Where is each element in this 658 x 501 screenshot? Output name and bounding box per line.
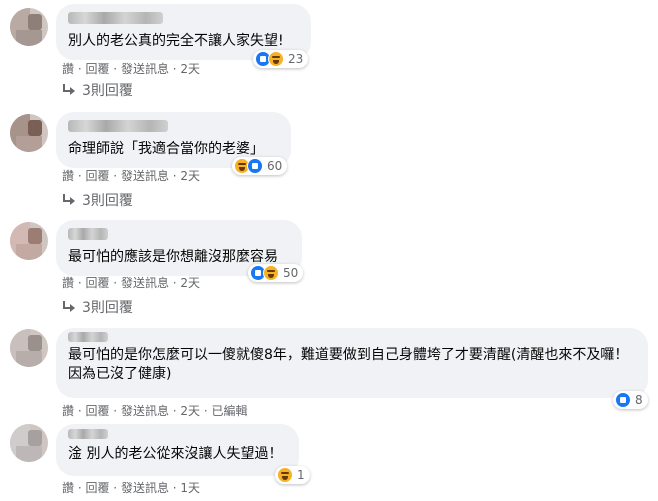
reaction-count: 23 — [288, 52, 304, 66]
send-message-link[interactable]: 發送訊息 — [121, 169, 169, 183]
send-message-link[interactable]: 發送訊息 — [121, 276, 169, 290]
timestamp[interactable]: 2天 — [180, 62, 200, 76]
timestamp[interactable]: 2天 — [180, 404, 200, 418]
reply-arrow-icon — [62, 301, 76, 313]
author-name-blurred[interactable] — [68, 429, 108, 439]
replies-count[interactable]: 3則回覆 — [82, 190, 133, 210]
comment-bubble: 最可怕的是你怎麼可以一傻就傻8年，難道要做到自己身體垮了才要清醒(清醒也來不及囉… — [56, 328, 648, 398]
reaction-count: 60 — [267, 159, 283, 173]
like-link[interactable]: 讚 — [62, 62, 74, 76]
reaction-summary[interactable]: 1 — [275, 466, 310, 484]
author-name-blurred[interactable] — [68, 120, 168, 132]
avatar[interactable] — [10, 114, 48, 152]
edited-label: 已編輯 — [211, 404, 248, 418]
like-link[interactable]: 讚 — [62, 404, 74, 418]
like-icon — [615, 392, 631, 408]
avatar[interactable] — [10, 424, 48, 462]
author-name-blurred[interactable] — [68, 12, 163, 24]
comment-actions: 讚 · 回覆 · 發送訊息 · 2天 — [62, 62, 201, 76]
author-name-blurred[interactable] — [68, 228, 108, 240]
send-message-link[interactable]: 發送訊息 — [121, 404, 169, 418]
comment-text: 最可怕的是你怎麼可以一傻就傻8年，難道要做到自己身體垮了才要清醒(清醒也來不及囉… — [68, 347, 629, 382]
reply-link[interactable]: 回覆 — [85, 404, 109, 418]
reaction-count: 1 — [297, 468, 305, 482]
like-link[interactable]: 讚 — [62, 276, 74, 290]
reply-link[interactable]: 回覆 — [85, 481, 109, 495]
avatar[interactable] — [10, 8, 48, 46]
haha-icon — [263, 265, 279, 281]
timestamp[interactable]: 2天 — [180, 169, 200, 183]
comment-text: 命理師說「我適合當你的老婆」 — [68, 141, 264, 157]
comment-text: 別人的老公真的完全不讓人家失望! — [68, 33, 284, 49]
haha-icon — [268, 51, 284, 67]
view-replies-link[interactable]: 3則回覆 — [62, 80, 133, 100]
reaction-count: 50 — [283, 266, 299, 280]
reaction-summary[interactable]: 8 — [613, 391, 648, 409]
haha-icon — [277, 467, 293, 483]
avatar[interactable] — [10, 222, 48, 260]
reaction-summary[interactable]: 23 — [253, 50, 309, 68]
view-replies-link[interactable]: 3則回覆 — [62, 190, 133, 210]
comment-actions: 讚 · 回覆 · 發送訊息 · 2天 — [62, 169, 201, 183]
reply-link[interactable]: 回覆 — [85, 276, 109, 290]
comment-bubble: 淦 別人的老公從來沒讓人失望過！ — [56, 424, 299, 476]
author-name-blurred[interactable] — [68, 332, 108, 342]
replies-count[interactable]: 3則回覆 — [82, 297, 133, 317]
comment-actions: 讚 · 回覆 · 發送訊息 · 1天 — [62, 481, 201, 495]
send-message-link[interactable]: 發送訊息 — [121, 62, 169, 76]
send-message-link[interactable]: 發送訊息 — [121, 481, 169, 495]
reply-link[interactable]: 回覆 — [85, 62, 109, 76]
timestamp[interactable]: 1天 — [180, 481, 200, 495]
replies-count[interactable]: 3則回覆 — [82, 80, 133, 100]
comment-actions: 讚 · 回覆 · 發送訊息 · 2天 · 已編輯 — [62, 404, 248, 418]
like-icon — [247, 158, 263, 174]
reaction-count: 8 — [635, 393, 643, 407]
reply-arrow-icon — [62, 84, 76, 96]
reply-link[interactable]: 回覆 — [85, 169, 109, 183]
like-link[interactable]: 讚 — [62, 169, 74, 183]
view-replies-link[interactable]: 3則回覆 — [62, 297, 133, 317]
like-link[interactable]: 讚 — [62, 481, 74, 495]
comment-actions: 讚 · 回覆 · 發送訊息 · 2天 — [62, 276, 201, 290]
reaction-summary[interactable]: 50 — [248, 264, 304, 282]
reaction-summary[interactable]: 60 — [232, 157, 288, 175]
timestamp[interactable]: 2天 — [180, 276, 200, 290]
reply-arrow-icon — [62, 194, 76, 206]
comment-text: 淦 別人的老公從來沒讓人失望過！ — [68, 446, 283, 462]
avatar[interactable] — [10, 329, 48, 367]
